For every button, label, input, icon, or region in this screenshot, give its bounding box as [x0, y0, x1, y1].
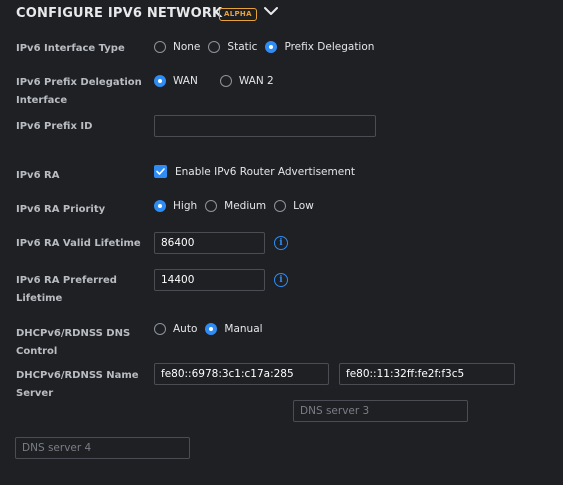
ra-valid-lifetime-input[interactable]: [154, 232, 265, 254]
radio-manual[interactable]: [205, 323, 218, 335]
pd-interface-option-wan2[interactable]: WAN 2: [219, 75, 274, 87]
ra-checkbox[interactable]: [154, 165, 167, 178]
prefix-delegation-interface-radio-group: WAN WAN 2: [154, 75, 282, 87]
radio-static[interactable]: [208, 41, 221, 53]
radio-wan[interactable]: [154, 75, 166, 87]
option-label: None: [173, 41, 201, 53]
dns-server-4-input[interactable]: [15, 437, 190, 459]
label-line: Server: [16, 388, 54, 399]
pd-interface-option-wan[interactable]: WAN: [154, 75, 198, 87]
ra-checkbox-label: Enable IPv6 Router Advertisement: [175, 165, 355, 178]
ra-label: IPv6 RA: [16, 170, 60, 181]
alpha-badge: ALPHA: [219, 8, 257, 21]
option-label: Auto: [173, 323, 198, 335]
dns-server-1-input[interactable]: [154, 363, 329, 385]
label-line: Interface: [16, 95, 68, 106]
ra-preferred-lifetime-input[interactable]: [154, 269, 265, 291]
info-icon[interactable]: i: [274, 273, 288, 287]
option-label: WAN: [173, 75, 198, 87]
info-icon[interactable]: i: [274, 236, 288, 250]
label-line: DHCPv6/RDNSS Name: [16, 370, 139, 381]
dns-control-option-manual[interactable]: Manual: [205, 323, 263, 335]
ra-priority-option-high[interactable]: High: [154, 200, 197, 212]
radio-low[interactable]: [274, 200, 287, 212]
label-line: Control: [16, 346, 58, 357]
radio-auto[interactable]: [154, 323, 166, 335]
ra-valid-lifetime-label: IPv6 RA Valid Lifetime: [16, 238, 141, 249]
section-title: CONFIGURE IPV6 NETWORK: [16, 6, 223, 21]
interface-type-option-static[interactable]: Static: [208, 41, 257, 53]
prefix-delegation-interface-label: IPv6 Prefix Delegation Interface: [16, 74, 146, 110]
chevron-down-icon[interactable]: [264, 6, 278, 16]
option-label: Manual: [224, 323, 263, 335]
checkmark-icon: [156, 168, 165, 175]
dns-control-option-auto[interactable]: Auto: [154, 323, 197, 335]
label-line: IPv6 RA Preferred: [16, 275, 117, 286]
option-label: Low: [293, 200, 314, 212]
interface-type-option-none[interactable]: None: [154, 41, 200, 53]
option-label: Static: [227, 41, 258, 53]
option-label: Medium: [224, 200, 267, 212]
dns-server-2-input[interactable]: [339, 363, 515, 385]
radio-prefix-delegation[interactable]: [265, 41, 278, 53]
prefix-id-input[interactable]: [154, 115, 376, 137]
interface-type-radio-group: None Static Prefix Delegation: [154, 41, 382, 53]
interface-type-label: IPv6 Interface Type: [16, 43, 125, 54]
label-line: Lifetime: [16, 293, 63, 304]
radio-medium[interactable]: [205, 200, 218, 212]
label-line: DHCPv6/RDNSS DNS: [16, 328, 131, 339]
ra-priority-option-low[interactable]: Low: [274, 200, 314, 212]
option-label: Prefix Delegation: [284, 41, 375, 53]
dns-control-radio-group: Auto Manual: [154, 323, 271, 335]
interface-type-option-prefix-delegation[interactable]: Prefix Delegation: [265, 41, 374, 53]
ra-priority-radio-group: High Medium Low: [154, 200, 322, 212]
ra-checkbox-row[interactable]: Enable IPv6 Router Advertisement: [154, 165, 355, 178]
option-label: High: [173, 200, 198, 212]
ra-preferred-lifetime-label: IPv6 RA Preferred Lifetime: [16, 272, 146, 308]
dns-server-label: DHCPv6/RDNSS Name Server: [16, 367, 146, 403]
ra-priority-label: IPv6 RA Priority: [16, 204, 106, 215]
radio-high[interactable]: [154, 200, 166, 212]
radio-none[interactable]: [154, 41, 166, 53]
dns-server-3-input[interactable]: [293, 400, 468, 422]
option-label: WAN 2: [238, 75, 274, 87]
ra-priority-option-medium[interactable]: Medium: [205, 200, 266, 212]
prefix-id-label: IPv6 Prefix ID: [16, 121, 93, 132]
label-line: IPv6 Prefix Delegation: [16, 77, 142, 88]
radio-wan2[interactable]: [219, 75, 232, 87]
dns-control-label: DHCPv6/RDNSS DNS Control: [16, 325, 146, 361]
